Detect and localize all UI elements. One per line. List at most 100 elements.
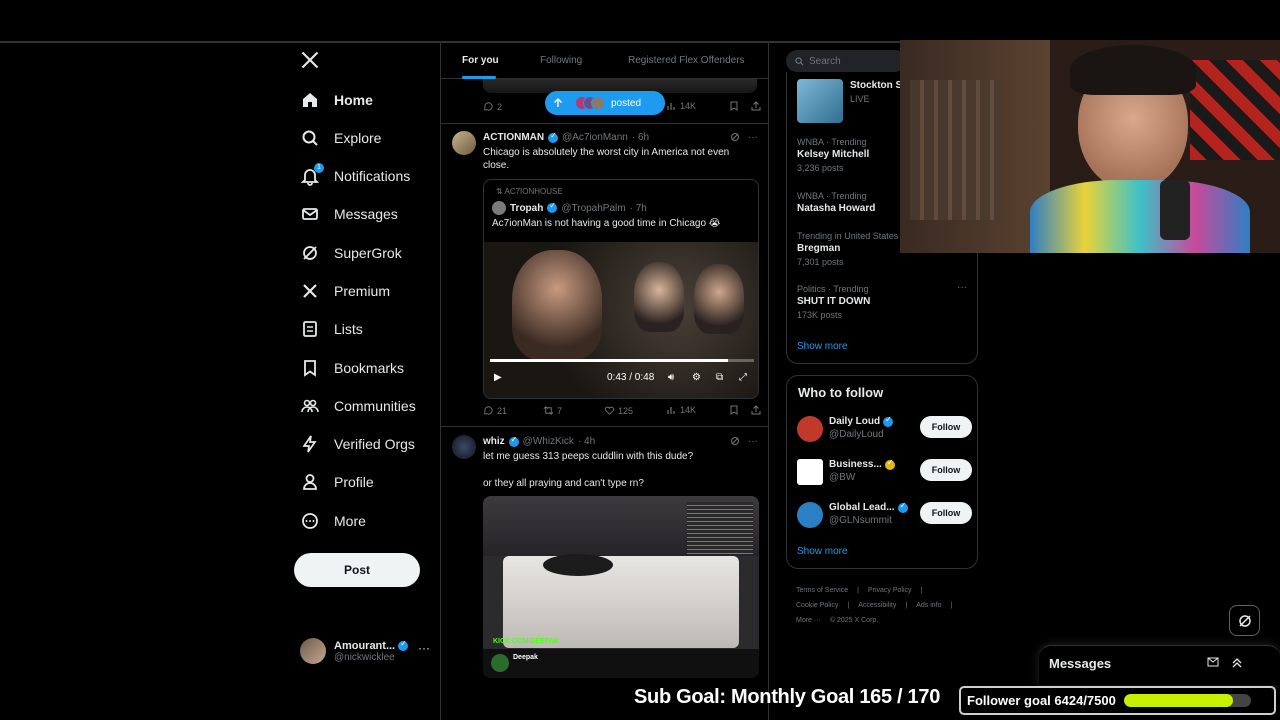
live-title[interactable]: Stockton S — [850, 80, 902, 91]
live-thumbnail[interactable] — [797, 79, 843, 123]
avatar — [797, 459, 823, 485]
footer-link[interactable]: Accessibility — [858, 602, 896, 609]
footer-link[interactable]: © 2025 X Corp. — [830, 617, 878, 624]
more-dots-icon[interactable]: ··· — [418, 641, 430, 655]
repost-icon: ⇅ — [496, 187, 503, 196]
quoted-tweet[interactable]: ⇅ AC7IONHOUSE Tropah @TropahPalm · 7h Ac… — [483, 179, 759, 399]
avatar — [591, 96, 605, 110]
sidebar-item-profile[interactable]: Profile — [300, 468, 374, 496]
account-switcher[interactable]: Amourant... @nickwicklee ··· — [300, 633, 434, 669]
tab-for-you[interactable]: For you — [462, 55, 499, 66]
footer-link[interactable]: Ads info — [916, 602, 941, 609]
verified-badge-icon — [508, 435, 519, 447]
sidebar-item-explore[interactable]: Explore — [300, 124, 381, 152]
repost-icon — [543, 406, 554, 415]
search-input[interactable]: Search — [786, 50, 906, 72]
tweet-author-name[interactable]: whiz — [483, 436, 505, 447]
sidebar-item-messages[interactable]: Messages — [300, 200, 398, 228]
messages-drawer-title: Messages — [1049, 656, 1112, 671]
sidebar-item-lists[interactable]: Lists — [300, 315, 363, 343]
more-dots-icon[interactable]: ··· — [957, 282, 967, 293]
tweet[interactable]: ACTIONMAN @Ac7ionMann · 6h ··· Chicago i… — [441, 123, 768, 423]
sidebar-item-bookmarks[interactable]: Bookmarks — [300, 354, 404, 382]
who-to-follow-title: Who to follow — [798, 385, 884, 400]
bookmark-icon — [300, 358, 320, 378]
tab-following[interactable]: Following — [540, 55, 582, 66]
new-posts-pill[interactable]: posted — [545, 91, 665, 115]
sidebar-item-more[interactable]: More — [300, 507, 366, 535]
show-more-link[interactable]: Show more — [797, 341, 848, 352]
stream-info-bar: Deepak — [483, 649, 759, 678]
pip-icon[interactable]: ⧉ — [716, 372, 723, 383]
person-sleeping — [543, 554, 613, 576]
tweet-text: let me guess 313 peeps cuddlin with this… — [483, 451, 694, 462]
avatar[interactable] — [452, 435, 476, 459]
tab-registered-flex-offenders[interactable]: Registered Flex Offenders — [628, 55, 745, 66]
reply-button[interactable]: 21 — [483, 405, 507, 416]
bookmark-button[interactable] — [729, 405, 739, 415]
tweet-author-handle[interactable]: @WhizKick — [523, 436, 574, 447]
footer-link[interactable]: Terms of Service — [796, 587, 848, 594]
tweet-time[interactable]: · 4h — [578, 436, 595, 447]
repost-button[interactable]: 7 — [543, 405, 562, 416]
tab-indicator — [462, 76, 496, 79]
verified-badge-icon — [398, 639, 409, 651]
tweet-time[interactable]: · 6h — [632, 132, 649, 143]
sidebar-item-premium[interactable]: Premium — [300, 277, 390, 305]
follow-suggestion[interactable]: Global Lead... @GLNsummit Follow — [797, 500, 972, 530]
trend-item[interactable]: Politics · Trending SHUT IT DOWN 173K po… — [797, 284, 967, 320]
views-button[interactable]: 14K — [667, 405, 696, 415]
video-player[interactable]: ▶ 0:43 / 0:48 🔊︎ ⚙ ⧉ ⤢ — [484, 242, 758, 398]
avatar[interactable] — [452, 131, 476, 155]
share-button[interactable] — [751, 101, 761, 111]
reply-button[interactable]: 2 — [483, 101, 502, 112]
views-button[interactable]: 14K — [667, 101, 696, 111]
follow-button[interactable]: Follow — [920, 416, 972, 438]
more-dots-icon[interactable]: ··· — [748, 132, 758, 145]
x-logo-icon[interactable] — [300, 50, 322, 72]
tweet-image[interactable]: KICK.COM/DEEPAK Deepak — [483, 496, 759, 678]
sidebar-item-label: More — [334, 513, 366, 529]
follow-button[interactable]: Follow — [920, 502, 972, 524]
grok-icon[interactable] — [730, 132, 740, 145]
grok-icon[interactable] — [730, 436, 740, 449]
share-icon — [751, 405, 761, 415]
tweet-author-name[interactable]: ACTIONMAN — [483, 132, 544, 143]
streamer-hair — [1070, 45, 1196, 95]
video-progress-bar[interactable] — [490, 359, 754, 362]
sidebar-item-notifications[interactable]: 1 Notifications — [300, 162, 410, 190]
footer-link[interactable]: More ··· — [796, 617, 821, 624]
bookmark-button[interactable] — [729, 101, 739, 111]
follow-suggestion[interactable]: Business... @BW Follow — [797, 457, 972, 487]
notification-badge: 1 — [314, 163, 324, 173]
follow-suggestion[interactable]: Daily Loud @DailyLoud Follow — [797, 414, 972, 444]
avatar — [492, 201, 506, 215]
list-icon — [300, 319, 320, 339]
play-icon[interactable]: ▶ — [494, 372, 502, 383]
show-more-link[interactable]: Show more — [797, 546, 848, 557]
grok-button[interactable] — [1229, 605, 1260, 636]
sidebar-item-verified-orgs[interactable]: Verified Orgs — [300, 430, 415, 458]
sidebar-item-communities[interactable]: Communities — [300, 392, 416, 420]
like-button[interactable]: 125 — [604, 405, 633, 416]
more-dots-icon[interactable]: ··· — [748, 436, 758, 449]
bookmark-icon — [730, 101, 738, 111]
messages-drawer[interactable]: Messages — [1039, 645, 1280, 685]
fullscreen-icon[interactable]: ⤢ — [739, 372, 747, 383]
bed — [503, 556, 739, 648]
who-to-follow-panel: Who to follow Daily Loud @DailyLoud Foll… — [786, 375, 978, 569]
footer-link[interactable]: Cookie Policy — [796, 602, 838, 609]
tweet-author-handle[interactable]: @Ac7ionMann — [562, 132, 628, 143]
tweet[interactable]: whiz @WhizKick · 4h ··· let me guess 313… — [441, 426, 768, 720]
volume-icon[interactable]: 🔊︎ — [668, 372, 674, 383]
footer-link[interactable]: Privacy Policy — [868, 587, 912, 594]
sidebar-item-supergrok[interactable]: SuperGrok — [300, 239, 402, 267]
new-message-icon[interactable] — [1207, 656, 1219, 671]
share-button[interactable] — [751, 405, 761, 415]
settings-gear-icon[interactable]: ⚙ — [692, 372, 701, 383]
follower-goal-fill — [1123, 694, 1233, 707]
post-button[interactable]: Post — [294, 553, 420, 587]
sidebar-item-home[interactable]: Home — [300, 86, 373, 114]
follow-button[interactable]: Follow — [920, 459, 972, 481]
chevron-up-icon[interactable] — [1231, 656, 1243, 671]
